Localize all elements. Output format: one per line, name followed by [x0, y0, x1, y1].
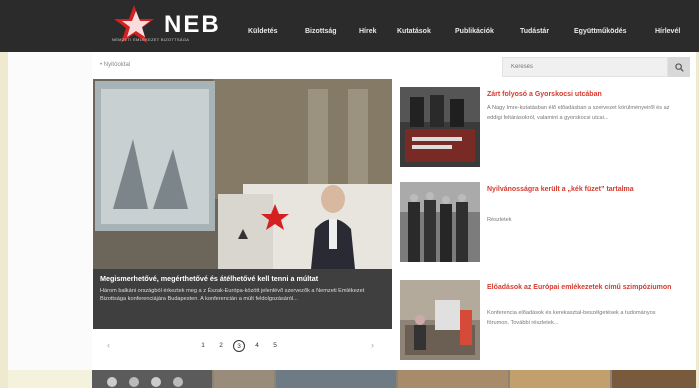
article-title[interactable]: Előadások az Európai emlékezetek című sz… [487, 282, 677, 293]
nav-item-egyuttmukodes[interactable]: Együttműködés [574, 28, 627, 35]
breadcrumb[interactable]: • Nyitóoldal [100, 62, 130, 68]
nav-item-bizottsag[interactable]: Bizottság [305, 28, 337, 35]
hero-caption: Megismerhetővé, megérthetővé és átélhető… [93, 269, 392, 329]
pager-page-3[interactable]: 3 [233, 340, 245, 352]
search-button[interactable] [668, 57, 690, 77]
pager-page-4[interactable]: 4 [251, 340, 263, 352]
article-card[interactable]: Zárt folyosó a Gyorskocsi utcában A Nagy… [400, 87, 690, 171]
article-thumbnail [400, 280, 480, 360]
search-icon [674, 62, 684, 72]
nav-item-kuldetes[interactable]: Küldetés [248, 28, 278, 35]
hero-slide[interactable]: Megismerhetővé, megérthetővé és átélhető… [93, 79, 392, 329]
nav-item-hirek[interactable]: Hírek [359, 28, 377, 35]
article-title[interactable]: Nyilvánosságra került a „kék füzet” tart… [487, 184, 677, 195]
article-excerpt: Konferencia előadások és kerekasztal-bes… [487, 310, 656, 326]
pager-page-5[interactable]: 5 [269, 340, 281, 352]
article-title[interactable]: Zárt folyosó a Gyorskocsi utcában [487, 89, 677, 100]
pager-page-1[interactable]: 1 [197, 340, 209, 352]
logo-text: NEB [164, 11, 221, 38]
site-logo[interactable]: NEB NEMZETI EMLÉKEZET BIZOTTSÁGA [112, 3, 232, 47]
article-excerpt: A Nagy Imre-kutatásban élő előadásban a … [487, 105, 670, 121]
chevron-right-icon[interactable]: › [371, 340, 374, 350]
logo-subtitle: NEMZETI EMLÉKEZET BIZOTTSÁGA [112, 37, 190, 42]
nav-item-kutatasok[interactable]: Kutatások [397, 28, 431, 35]
bottom-strip-photos [92, 370, 696, 388]
chevron-left-icon[interactable]: ‹ [107, 340, 110, 350]
article-card[interactable]: Előadások az Európai emlékezetek című sz… [400, 280, 690, 364]
article-thumbnail [400, 182, 480, 262]
left-gutter [8, 52, 92, 370]
nav-item-hirlevel[interactable]: Hírlevél [655, 28, 680, 35]
pager-page-2[interactable]: 2 [215, 340, 227, 352]
nav-item-tudastar[interactable]: Tudástár [520, 28, 549, 35]
bottom-image-strip [92, 370, 696, 388]
article-card[interactable]: Nyilvánosságra került a „kék füzet” tart… [400, 182, 690, 266]
article-excerpt: Részletek [487, 217, 512, 223]
slider-pager: ‹ 1 2 3 4 5 › [93, 335, 392, 359]
search-input[interactable] [502, 57, 668, 77]
hero-text: Három balkáni országból érkeztek meg a z… [100, 288, 365, 302]
article-thumbnail [400, 87, 480, 167]
site-header: NEB NEMZETI EMLÉKEZET BIZOTTSÁGA Küldeté… [0, 0, 699, 52]
hero-photo [93, 79, 392, 269]
hero-title[interactable]: Megismerhetővé, megérthetővé és átélhető… [100, 274, 385, 284]
nav-item-publikaciok[interactable]: Publikációk [455, 28, 494, 35]
